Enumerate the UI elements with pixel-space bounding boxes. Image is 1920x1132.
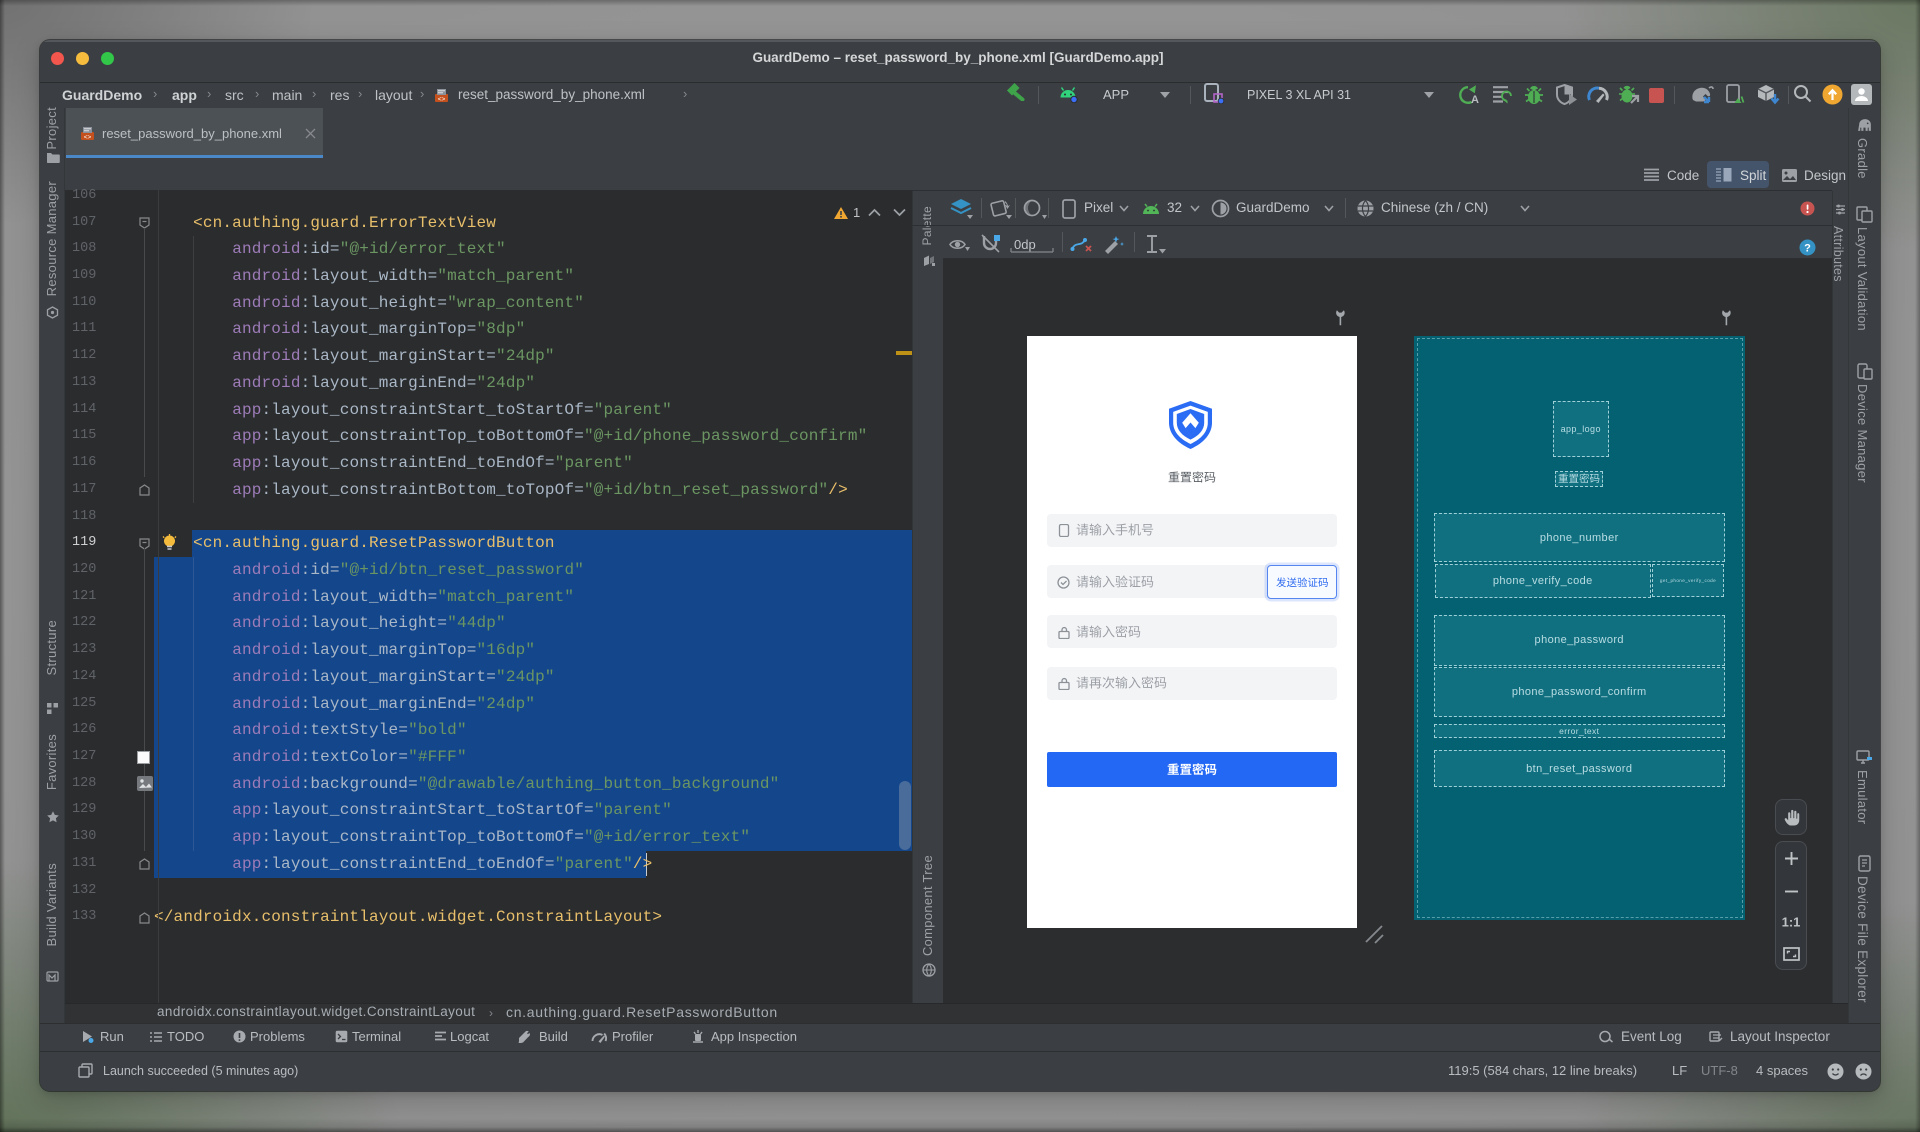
svg-text:A: A [1471, 94, 1479, 105]
svg-text:?: ? [1804, 243, 1811, 255]
svg-text:<>: <> [438, 96, 446, 103]
svg-text:<>: <> [84, 133, 92, 140]
svg-text:1:1: 1:1 [1782, 915, 1801, 930]
